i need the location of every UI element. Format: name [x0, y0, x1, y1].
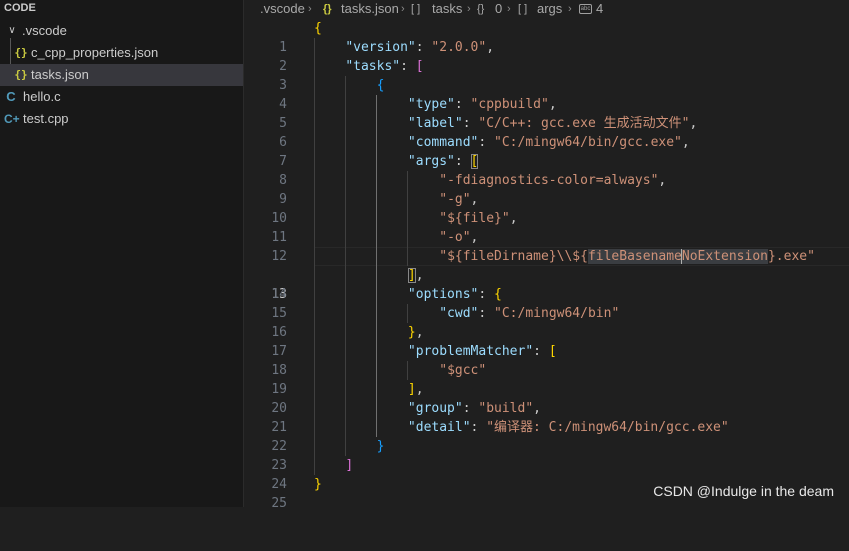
breadcrumb-item[interactable]: 4 [596, 0, 603, 18]
file-label: tasks.json [31, 67, 89, 82]
cpp-file-icon: C+ [4, 112, 20, 126]
breadcrumb-index[interactable]: 0 [495, 0, 502, 18]
json-icon: {} [14, 68, 28, 81]
code-line: 4 { [244, 76, 849, 112]
explorer-header[interactable]: CODE [0, 0, 243, 16]
json-icon: {} [323, 3, 332, 15]
file-item-tasks-json[interactable]: {} tasks.json [0, 64, 243, 86]
code-line: 1 { [244, 19, 849, 55]
file-item-c-cpp-properties[interactable]: {} c_cpp_properties.json [0, 42, 243, 64]
chevron-right-icon: › [507, 3, 511, 15]
breadcrumb-folder[interactable]: .vscode [260, 0, 305, 18]
code-area[interactable]: 1 { 2 "version": "2.0.0", 3 "tasks": [ 4… [244, 19, 849, 511]
file-label: c_cpp_properties.json [31, 45, 159, 60]
arg-value: -g [447, 192, 463, 207]
breadcrumb-tasks[interactable]: tasks [432, 0, 462, 18]
chevron-right-icon: › [568, 3, 572, 15]
code-line: 22 "detail": "编译器: C:/mingw64/bin/gcc.ex… [244, 418, 849, 454]
code-line: 23 } [244, 437, 849, 473]
code-line: 5 "type": "cppbuild", [244, 95, 849, 131]
arg-value: -fdiagnostics-color=always [447, 173, 651, 188]
string-item-icon: abc [579, 3, 592, 14]
editor-pane[interactable]: .vscode › {} tasks.json › [ ] tasks › {}… [244, 0, 849, 511]
code-line: 15 "options": { [244, 285, 849, 321]
code-line: 20 ], [244, 380, 849, 416]
chevron-down-icon: ∨ [8, 25, 16, 36]
code-line: 21 "group": "build", [244, 399, 849, 435]
file-item-hello-c[interactable]: C hello.c [0, 86, 243, 108]
arg-word-a: fileBasename [587, 249, 682, 264]
folder-label: .vscode [22, 23, 67, 38]
chevron-right-icon: › [401, 3, 405, 15]
breadcrumb: .vscode › {} tasks.json › [ ] tasks › {}… [244, 0, 849, 18]
code-line: 10 "-g", [244, 190, 849, 226]
folder-vscode[interactable]: ∨ .vscode [0, 20, 243, 42]
code-line: 18 "problemMatcher": [ [244, 342, 849, 378]
line-number: 25 [271, 496, 287, 511]
file-label: hello.c [23, 89, 61, 104]
type-value: cppbuild [478, 97, 541, 112]
code-line: 11 "${file}", [244, 209, 849, 245]
object-icon: {} [477, 3, 485, 15]
chevron-right-icon: › [467, 3, 471, 15]
code-line: 12 "-o", [244, 228, 849, 264]
selected-word: fileBasenameNoExtension [587, 249, 768, 264]
array-icon: [ ] [518, 3, 528, 15]
arg-value-suffix: }.exe [767, 249, 808, 264]
code-line: 24 ] [244, 456, 849, 492]
arg-value: -o [447, 230, 463, 245]
c-file-icon: C [6, 89, 16, 104]
explorer-sidebar: CODE ∨ .vscode {} c_cpp_properties.json … [0, 0, 244, 507]
breadcrumb-file[interactable]: tasks.json [341, 0, 399, 18]
arg-value: ${file} [447, 211, 502, 226]
chevron-right-icon: › [308, 3, 312, 15]
watermark: CSDN @Indulge in the deam [653, 483, 834, 499]
cwd-value: C:/mingw64/bin [501, 306, 612, 321]
code-line: 17 }, [244, 323, 849, 359]
version-value: 2.0.0 [439, 40, 479, 55]
problem-matcher-value: $gcc [447, 363, 479, 378]
label-value: C/C++: gcc.exe 生成活动文件 [486, 116, 682, 131]
code-line: 2 "version": "2.0.0", [244, 38, 849, 74]
json-icon: {} [14, 46, 28, 59]
code-line: 19 "$gcc" [244, 361, 849, 397]
code-line: 7 "command": "C:/mingw64/bin/gcc.exe", [244, 133, 849, 169]
command-value: C:/mingw64/bin/gcc.exe [501, 135, 675, 150]
file-item-test-cpp[interactable]: C+ test.cpp [0, 108, 243, 130]
code-line: 6 "label": "C/C++: gcc.exe 生成活动文件", [244, 114, 849, 150]
group-value: build [486, 401, 526, 416]
breadcrumb-args[interactable]: args [537, 0, 562, 18]
code-line: 8 "args": [ [244, 152, 849, 188]
code-line: 14 ], [244, 266, 849, 302]
arg-value-prefix: ${fileDirname}\\${ [447, 249, 588, 264]
code-line-active: 13 "${fileDirname}\\${fileBasenameNoExte… [244, 247, 849, 302]
array-icon: [ ] [411, 3, 421, 15]
code-line: 3 "tasks": [ [244, 57, 849, 93]
arg-word-b: NoExtension [681, 249, 768, 264]
code-line: 16 "cwd": "C:/mingw64/bin" [244, 304, 849, 340]
code-line: 9 "-fdiagnostics-color=always", [244, 171, 849, 207]
file-label: test.cpp [23, 111, 69, 126]
detail-value: 编译器: C:/mingw64/bin/gcc.exe [494, 420, 721, 435]
